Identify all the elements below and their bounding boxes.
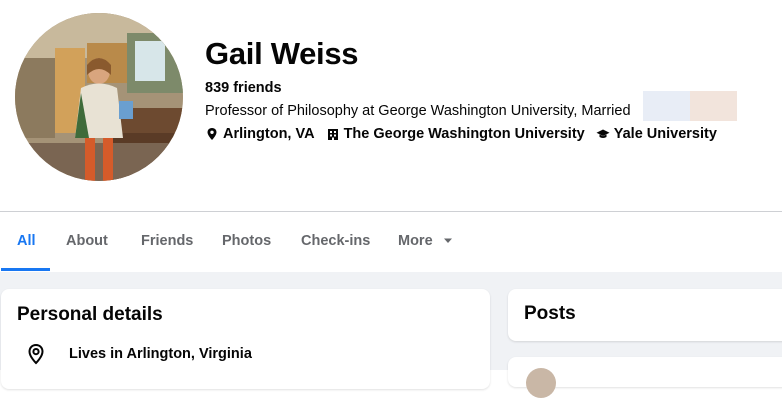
tab-friends[interactable]: Friends (141, 212, 193, 272)
personal-details-title: Personal details (17, 304, 163, 325)
location-pin-icon (25, 343, 47, 365)
caret-down-icon (443, 212, 453, 270)
profile-tabs: All About Friends Photos Check-ins More (0, 212, 782, 272)
tab-photos[interactable]: Photos (222, 212, 271, 272)
avatar-photo (15, 13, 183, 181)
profile-facts: Arlington, VA The George Washington Univ… (205, 126, 728, 142)
avatar[interactable] (526, 368, 556, 398)
graduation-cap-icon (596, 127, 610, 141)
posts-title: Posts (524, 303, 576, 324)
tab-about[interactable]: About (66, 212, 108, 272)
fact-work-label[interactable]: The George Washington University (344, 126, 585, 142)
active-tab-indicator (1, 268, 50, 271)
fact-education: Yale University (596, 126, 717, 142)
post-composer-card (508, 357, 782, 398)
lives-in-row: Lives in Arlington, Virginia (25, 343, 252, 365)
building-icon (326, 127, 340, 141)
fact-location: Arlington, VA (205, 126, 315, 142)
redacted-block (690, 91, 737, 121)
fact-work: The George Washington University (326, 126, 585, 142)
friends-count-link[interactable]: 839 friends (205, 80, 282, 96)
posts-card: Posts (508, 289, 782, 341)
tab-more-label: More (398, 233, 433, 249)
profile-header: Gail Weiss 839 friends Professor of Phil… (0, 0, 782, 212)
tab-more[interactable]: More (398, 212, 453, 272)
map-pin-icon (205, 127, 219, 141)
personal-details-card: Personal details Lives in Arlington, Vir… (1, 289, 490, 389)
redacted-block (643, 91, 690, 121)
profile-avatar[interactable] (15, 13, 183, 181)
fact-education-label[interactable]: Yale University (614, 126, 717, 142)
fact-location-label[interactable]: Arlington, VA (223, 126, 315, 142)
tab-check-ins[interactable]: Check-ins (301, 212, 370, 272)
tab-all[interactable]: All (17, 212, 36, 272)
lives-in-text: Lives in Arlington, Virginia (69, 346, 252, 362)
profile-bio: Professor of Philosophy at George Washin… (205, 103, 631, 119)
profile-name: Gail Weiss (205, 36, 359, 71)
